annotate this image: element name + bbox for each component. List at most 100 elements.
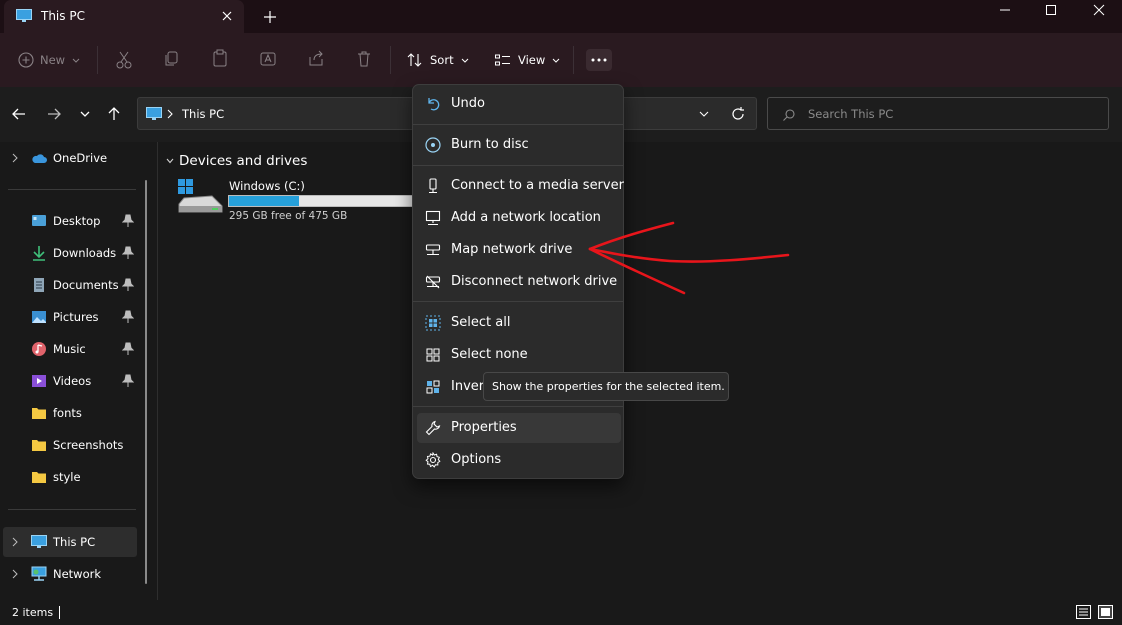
this-pc-icon: [31, 535, 47, 548]
paste-icon[interactable]: [211, 47, 229, 73]
maximize-button[interactable]: [1028, 0, 1074, 20]
pane-divider: [157, 142, 158, 600]
close-tab-icon[interactable]: [218, 7, 236, 25]
new-tab-icon[interactable]: [260, 7, 280, 27]
toolbar-divider: [97, 46, 98, 74]
details-view-icon[interactable]: [1076, 605, 1091, 619]
new-button[interactable]: New: [18, 47, 81, 73]
sidebar-item-pictures[interactable]: Pictures: [0, 302, 137, 332]
sidebar-item-network[interactable]: Network: [0, 559, 137, 589]
documents-icon: [34, 278, 44, 292]
undo-icon: [428, 98, 440, 111]
see-more-button[interactable]: [586, 49, 612, 71]
menu-separator: [413, 165, 623, 166]
search-placeholder: Search This PC: [808, 107, 894, 121]
sort-button[interactable]: Sort: [406, 47, 470, 73]
menu-item-burn-to-disc[interactable]: Burn to disc: [417, 130, 621, 160]
downloads-icon: [33, 246, 45, 261]
sidebar-item-desktop[interactable]: Desktop: [0, 206, 137, 236]
hard-drive-icon: [178, 179, 223, 213]
devices-and-drives-header[interactable]: Devices and drives: [165, 152, 307, 170]
chevron-right-icon[interactable]: [10, 537, 20, 547]
sidebar-item-documents[interactable]: Documents: [0, 270, 137, 300]
group-title: Devices and drives: [179, 153, 308, 169]
sidebar-item-label: Pictures: [53, 310, 99, 324]
pictures-icon: [32, 311, 46, 323]
close-window-button[interactable]: [1076, 0, 1122, 20]
pin-icon[interactable]: [122, 374, 134, 388]
menu-item-undo[interactable]: Undo: [417, 89, 621, 119]
pin-icon[interactable]: [122, 310, 134, 324]
sidebar-item-style[interactable]: style: [0, 462, 137, 492]
new-plus-icon: [18, 52, 34, 68]
share-icon[interactable]: [307, 47, 325, 73]
network-icon: [31, 566, 47, 581]
title-bar: This PC: [0, 0, 1122, 33]
forward-icon[interactable]: [44, 104, 64, 124]
tab-this-pc[interactable]: This PC: [4, 0, 244, 33]
menu-item-label: Connect to a media server: [451, 178, 624, 193]
status-divider: [59, 606, 60, 619]
pin-icon[interactable]: [122, 342, 134, 356]
drive-usage-bar: [228, 195, 414, 207]
view-label: View: [518, 53, 546, 67]
delete-icon[interactable]: [355, 47, 373, 73]
chevron-right-icon[interactable]: [10, 153, 20, 163]
back-icon[interactable]: [9, 104, 29, 124]
menu-item-label: Options: [451, 452, 502, 467]
menu-item-label: Select none: [451, 347, 528, 362]
chevron-right-icon[interactable]: [166, 109, 174, 119]
address-history-icon[interactable]: [698, 109, 710, 119]
search-input[interactable]: Search This PC: [767, 97, 1109, 130]
properties-tooltip: Show the properties for the selected ite…: [483, 372, 729, 401]
media-server-icon: [429, 178, 437, 194]
pin-icon[interactable]: [122, 246, 134, 260]
menu-item-select-all[interactable]: Select all: [417, 308, 621, 338]
folder-icon: [32, 472, 46, 483]
videos-icon: [32, 375, 46, 387]
refresh-icon[interactable]: [730, 106, 746, 122]
view-button[interactable]: View: [494, 47, 561, 73]
sidebar-item-label: Screenshots: [53, 438, 124, 452]
view-icon: [495, 54, 510, 66]
folder-icon: [32, 440, 46, 451]
pin-icon[interactable]: [122, 278, 134, 292]
menu-separator: [413, 406, 623, 407]
menu-item-label: Map network drive: [451, 242, 573, 257]
sidebar-divider: [8, 509, 136, 510]
sidebar-item-videos[interactable]: Videos: [0, 366, 137, 396]
menu-item-connect-media-server[interactable]: Connect to a media server: [417, 171, 624, 201]
menu-item-options[interactable]: Options: [417, 445, 621, 475]
cut-icon[interactable]: [115, 47, 133, 73]
sidebar-item-screenshots[interactable]: Screenshots: [0, 430, 137, 460]
chevron-right-icon[interactable]: [10, 569, 20, 579]
rename-icon[interactable]: [259, 47, 277, 73]
menu-item-select-none[interactable]: Select none: [417, 340, 621, 370]
up-icon[interactable]: [104, 104, 124, 124]
sidebar-item-onedrive[interactable]: OneDrive: [0, 143, 137, 173]
pin-icon[interactable]: [122, 214, 134, 228]
sidebar-item-downloads[interactable]: Downloads: [0, 238, 137, 268]
menu-item-properties[interactable]: Properties: [417, 413, 621, 443]
sidebar-item-label: Downloads: [53, 246, 117, 260]
sidebar-item-label: Network: [53, 567, 102, 581]
sidebar-scrollbar[interactable]: [145, 180, 147, 584]
sidebar-item-music[interactable]: Music: [0, 334, 137, 364]
address-path: This PC: [182, 107, 225, 121]
drive-free-space: 295 GB free of 475 GB: [229, 210, 348, 222]
minimize-button[interactable]: [982, 0, 1028, 20]
onedrive-icon: [32, 154, 47, 163]
sidebar-item-fonts[interactable]: fonts: [0, 398, 137, 428]
large-icons-view-icon[interactable]: [1098, 605, 1113, 619]
tab-title: This PC: [41, 9, 85, 23]
item-count: 2 items: [12, 606, 54, 619]
map-drive-icon: [425, 244, 441, 256]
disconnect-drive-icon: [425, 275, 441, 289]
recent-locations-icon[interactable]: [75, 104, 95, 124]
folder-icon: [32, 408, 46, 419]
maximize-icon: [1046, 5, 1056, 15]
sidebar-item-this-pc[interactable]: This PC: [3, 527, 137, 557]
menu-item-label: Select all: [451, 315, 511, 330]
copy-icon[interactable]: [163, 47, 181, 73]
drive-windows-c[interactable]: Windows (C:) 295 GB free of 475 GB: [176, 178, 416, 228]
